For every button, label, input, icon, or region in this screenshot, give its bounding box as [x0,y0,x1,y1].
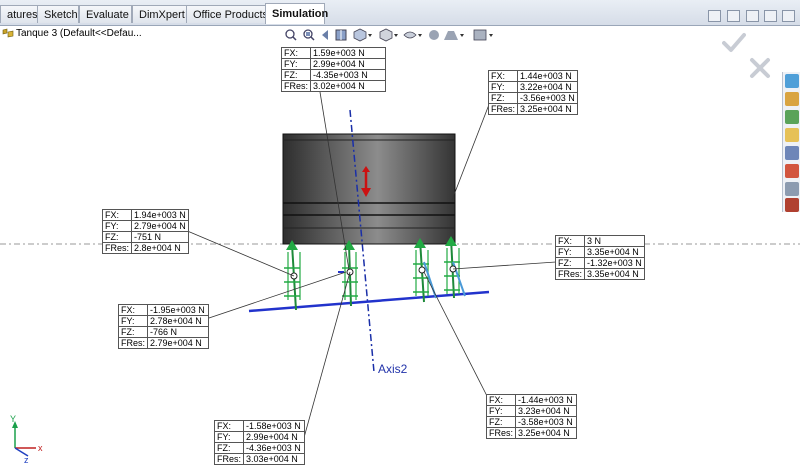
fx-value: -1.58e+003 N [243,420,306,432]
fx-key: FX: [280,47,312,59]
fx-value: 1.59e+003 N [310,47,387,59]
fy-value: 2.99e+004 N [243,431,306,443]
fres-key: FRes: [280,80,312,92]
fres-key: FRes: [485,427,517,439]
fz-value: -1.32e+003 N [584,257,645,269]
fy-key: FY: [487,81,519,93]
fy-value: 2.99e+004 N [310,58,387,70]
fy-key: FY: [554,246,586,258]
fx-value: 1.94e+003 N [131,209,190,221]
fres-value: 3.25e+004 N [517,103,578,115]
axis2-label: Axis2 [378,362,408,376]
triad-y-label: Y [10,414,17,424]
fy-value: 3.35e+004 N [584,246,645,258]
triad-z-label: z [24,455,29,465]
fz-key: FZ: [213,442,245,454]
fz-key: FZ: [101,231,133,243]
fz-key: FZ: [280,69,312,81]
fx-value: 3 N [584,235,645,247]
fx-key: FX: [117,304,149,316]
fz-value: -3.56e+003 N [517,92,578,104]
fz-key: FZ: [487,92,519,104]
fy-key: FY: [101,220,133,232]
force-label-1[interactable]: FX: 1.59e+003 N FY: 2.99e+004 N FZ: -4.35e+… [280,47,387,92]
triad-x-label: x [38,443,43,453]
fy-key: FY: [213,431,245,443]
fz-value: -751 N [131,231,190,243]
fres-value: 2.79e+004 N [147,337,210,349]
fres-value: 3.25e+004 N [515,427,578,439]
fz-key: FZ: [117,326,149,338]
force-label-6[interactable]: FX: -1.44e+003 N FY: 3.23e+004 N FZ: -3.58e… [485,394,578,439]
fx-key: FX: [485,394,517,406]
fx-value: -1.44e+003 N [515,394,578,406]
coordinate-triad [12,421,36,457]
fz-value: -4.36e+003 N [243,442,306,454]
fz-key: FZ: [554,257,586,269]
fx-key: FX: [101,209,133,221]
fy-value: 3.23e+004 N [515,405,578,417]
fx-key: FX: [487,70,519,82]
fres-key: FRes: [117,337,149,349]
fres-value: 3.03e+004 N [243,453,306,465]
fres-key: FRes: [101,242,133,254]
fres-value: 3.02e+004 N [310,80,387,92]
fz-value: -3.58e+003 N [515,416,578,428]
fz-value: -766 N [147,326,210,338]
fres-value: 2.8e+004 N [131,242,190,254]
fz-value: -4.35e+003 N [310,69,387,81]
fy-key: FY: [280,58,312,70]
force-label-5[interactable]: FX: -1.95e+003 N FY: 2.78e+004 N FZ: -766 N… [117,304,210,349]
fx-key: FX: [554,235,586,247]
fy-value: 2.78e+004 N [147,315,210,327]
fx-value: -1.95e+003 N [147,304,210,316]
force-label-7[interactable]: FX: -1.58e+003 N FY: 2.99e+004 N FZ: -4.36e… [213,420,306,465]
fx-key: FX: [213,420,245,432]
fy-value: 3.22e+004 N [517,81,578,93]
force-label-4[interactable]: FX: 3 N FY: 3.35e+004 N FZ: -1.32e+003 N FR… [554,235,645,280]
fz-key: FZ: [485,416,517,428]
force-label-2[interactable]: FX: 1.44e+003 N FY: 3.22e+004 N FZ: -3.56e+… [487,70,578,115]
fy-key: FY: [485,405,517,417]
fres-key: FRes: [213,453,245,465]
fy-value: 2.79e+004 N [131,220,190,232]
fres-value: 3.35e+004 N [584,268,645,280]
fx-value: 1.44e+003 N [517,70,578,82]
fy-key: FY: [117,315,149,327]
fres-key: FRes: [554,268,586,280]
force-label-3[interactable]: FX: 1.94e+003 N FY: 2.79e+004 N FZ: -751 N … [101,209,190,254]
fres-key: FRes: [487,103,519,115]
